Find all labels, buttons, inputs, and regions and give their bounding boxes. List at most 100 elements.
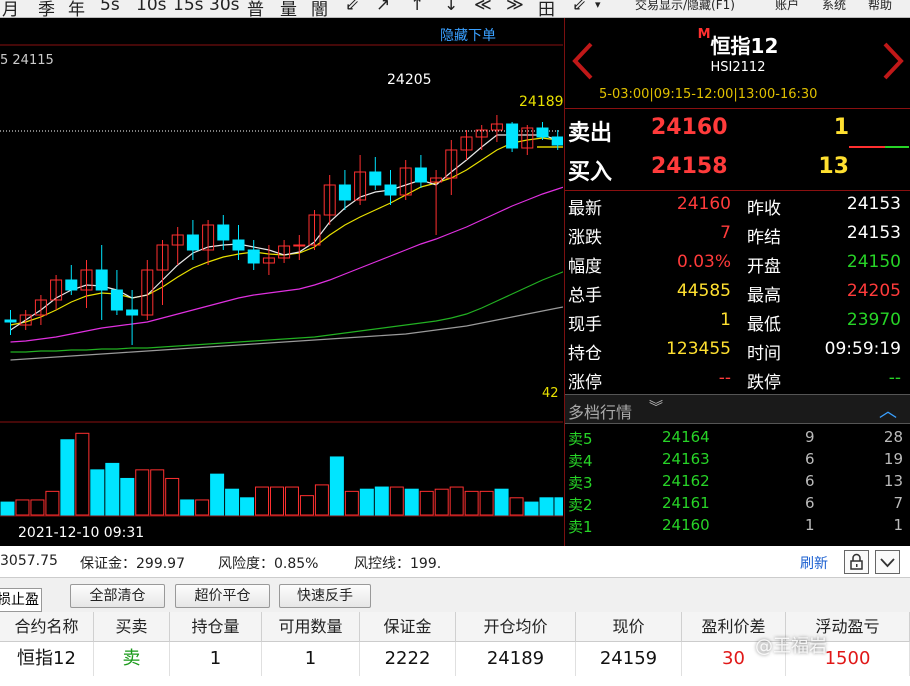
- stat-value: 7: [720, 223, 731, 243]
- stop-loss-tab[interactable]: 损止盈: [0, 588, 42, 612]
- candle-down: [126, 309, 139, 316]
- ma-value-label: 5 24115: [0, 53, 54, 68]
- account-risk: 风险度：0.85%: [218, 556, 319, 572]
- toolbar-arrow-down-icon[interactable]: ↓: [444, 0, 458, 15]
- table-cell: 卖: [94, 642, 170, 676]
- volume-bar: [60, 439, 75, 516]
- column-header[interactable]: 现价: [576, 612, 682, 642]
- volume-bar: [45, 490, 60, 516]
- chevron-up-icon[interactable]: ︿: [879, 397, 897, 423]
- volume-bar: [374, 486, 389, 516]
- quick-reverse-button[interactable]: 快速反手: [279, 584, 371, 608]
- divider: [565, 108, 910, 109]
- lock-button[interactable]: [844, 550, 869, 574]
- toolbar-arrow-downleft2-icon[interactable]: ⇙: [572, 0, 586, 15]
- toolbar-normal-button[interactable]: 普: [247, 0, 264, 17]
- stat-value: 0.03%: [676, 252, 731, 272]
- stat-label: 昨收: [747, 199, 781, 219]
- ma-yellow-line: [10, 137, 563, 326]
- stat-row: 总手 44585 最高 24205: [565, 279, 910, 308]
- trade-toggle-menu[interactable]: 交易显示/隐藏(F1): [635, 0, 735, 13]
- chevron-down-icon: [880, 558, 895, 568]
- stat-label: 总手: [568, 286, 602, 306]
- help-menu[interactable]: 帮助: [868, 0, 892, 13]
- volume-bar: [255, 486, 270, 516]
- ma-green-line: [10, 271, 563, 353]
- toolbar-indicator-button[interactable]: 闇: [311, 0, 328, 17]
- depth-count: 1: [893, 516, 903, 534]
- depth-row: 卖2 24161 6 7: [565, 493, 910, 515]
- toolbar-30s-button[interactable]: 30s: [209, 0, 240, 15]
- candle-down: [369, 171, 382, 186]
- toolbar-grid-icon[interactable]: 田: [538, 0, 555, 17]
- depth-volume: 9: [805, 428, 815, 446]
- candle-down: [217, 224, 230, 241]
- system-menu[interactable]: 系统: [822, 0, 846, 13]
- stat-row: 幅度 0.03% 开盘 24150: [565, 250, 910, 279]
- candle-down: [65, 279, 78, 291]
- column-header[interactable]: 开仓均价: [456, 612, 576, 642]
- depth-title: 多档行情: [568, 403, 633, 422]
- next-contract-icon[interactable]: [879, 42, 907, 80]
- toolbar-year-button[interactable]: 年: [68, 0, 85, 17]
- candle-down: [4, 319, 17, 323]
- toolbar-5s-button[interactable]: 5s: [100, 0, 120, 15]
- volume-bar: [150, 469, 165, 516]
- column-header[interactable]: 保证金: [360, 612, 456, 642]
- depth-price: 24163: [662, 450, 710, 468]
- stat-value: 24153: [846, 194, 901, 214]
- hide-orders-link[interactable]: 隐藏下单: [440, 28, 496, 44]
- depth-count: 28: [883, 428, 903, 446]
- trading-session: 5-03:00|09:15-12:00|13:00-16:30: [599, 87, 818, 102]
- toolbar-arrow-up-icon[interactable]: ↑: [410, 0, 424, 15]
- toolbar-arrow-upright-icon[interactable]: ↗: [376, 0, 390, 15]
- column-header[interactable]: 可用数量: [262, 612, 360, 642]
- column-header[interactable]: 买卖: [94, 612, 170, 642]
- kline-chart-panel[interactable]: 隐藏下单 5 24115 24205 24189 42 2021-12-10 09:31: [0, 18, 563, 546]
- volume-bar: [539, 497, 554, 516]
- volume-bar: [419, 490, 434, 516]
- toolbar-dropdown-icon[interactable]: ▾: [595, 0, 601, 11]
- depth-level: 卖4: [568, 452, 593, 470]
- contract-name-text: 恒指12: [710, 34, 779, 58]
- sell-label: 卖出: [568, 121, 613, 146]
- refresh-button[interactable]: 刷新: [800, 553, 828, 573]
- table-cell: 24189: [456, 642, 576, 676]
- column-header[interactable]: 持仓量: [170, 612, 262, 642]
- stat-value: 23970: [846, 310, 901, 330]
- buy-row[interactable]: 买入 24158 13: [565, 150, 910, 188]
- volume-bar: [225, 488, 240, 516]
- toolbar-double-left-icon[interactable]: ≪: [474, 0, 492, 15]
- volume-bar: [344, 490, 359, 516]
- column-header[interactable]: 合约名称: [0, 612, 94, 642]
- divider: [565, 190, 910, 191]
- toolbar-10s-button[interactable]: 10s: [136, 0, 167, 15]
- candle-down: [414, 167, 427, 183]
- toolbar-month-button[interactable]: 月: [2, 0, 19, 17]
- toolbar-double-right-icon[interactable]: ≫: [506, 0, 524, 15]
- toolbar-quarter-button[interactable]: 季: [38, 0, 55, 17]
- toolbar-volume-button[interactable]: 量: [280, 0, 297, 17]
- depth-header[interactable]: 多档行情 ︾ ︿: [565, 394, 910, 424]
- stat-value: 44585: [676, 281, 731, 301]
- action-bar: 损止盈 全部清仓 超价平仓 快速反手: [0, 578, 910, 612]
- sell-row[interactable]: 卖出 24160 1: [565, 111, 910, 149]
- volume-bar: [269, 486, 284, 516]
- sell-volume-bar: [849, 146, 885, 148]
- kline-chart[interactable]: 隐藏下单 5 24115 24205 24189 42 2021-12-10 09:31: [0, 18, 563, 546]
- close-all-button[interactable]: 全部清仓: [70, 584, 165, 608]
- stat-label: 最低: [747, 315, 781, 335]
- double-chevron-down-icon[interactable]: ︾: [649, 397, 663, 417]
- over-price-close-button[interactable]: 超价平仓: [175, 584, 270, 608]
- toolbar-15s-button[interactable]: 15s: [173, 0, 204, 15]
- candle-down: [506, 123, 519, 149]
- stat-row: 最新 24160 昨收 24153: [565, 192, 910, 221]
- table-cell: 恒指12: [0, 642, 94, 676]
- depth-price: 24164: [662, 428, 710, 446]
- toolbar-arrow-downleft-icon[interactable]: ⇙: [345, 0, 359, 15]
- sell-price: 24160: [651, 115, 728, 140]
- collapse-button[interactable]: [875, 550, 900, 574]
- account-menu[interactable]: 账户: [775, 0, 799, 13]
- depth-count: 13: [883, 472, 903, 490]
- volume-bar: [494, 488, 509, 516]
